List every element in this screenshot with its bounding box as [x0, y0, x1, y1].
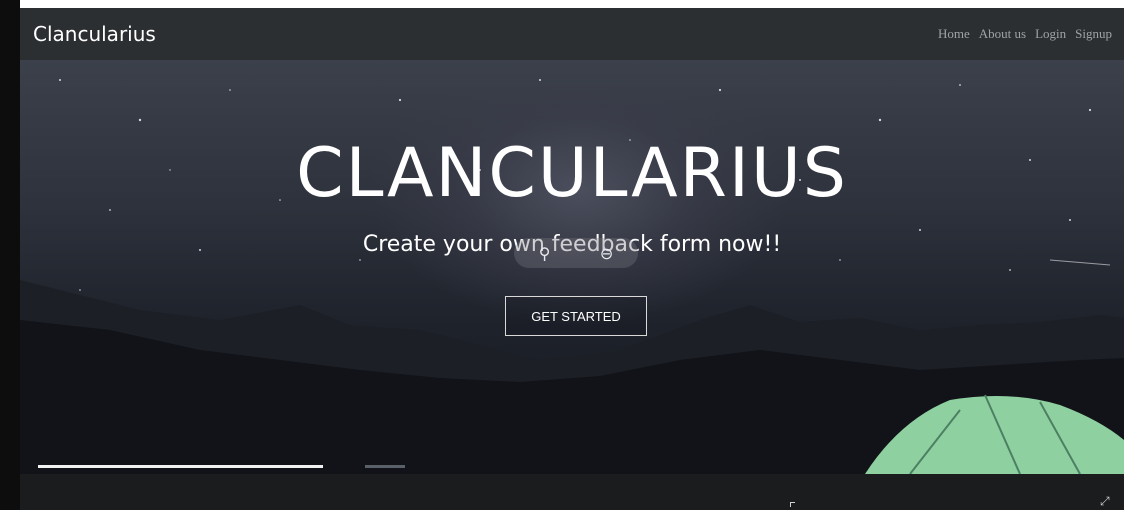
media-overlay-controls[interactable]: ⚲ ⊖ [514, 238, 638, 268]
nav-link-about-us[interactable]: About us [979, 26, 1026, 42]
get-started-button[interactable]: GET STARTED [505, 296, 647, 336]
nav-link-home[interactable]: Home [938, 26, 970, 42]
top-strip [0, 0, 1124, 8]
navbar: Clancularius Home About us Login Signup [20, 8, 1124, 60]
nav-links: Home About us Login Signup [938, 26, 1112, 42]
progress-bar-secondary [365, 465, 405, 468]
browser-viewport: Clancularius Home About us Login Signup [20, 8, 1124, 474]
cursor-icon [790, 502, 795, 507]
minus-circle-icon[interactable]: ⊖ [600, 244, 613, 263]
pin-icon[interactable]: ⚲ [539, 244, 551, 263]
brand-logo[interactable]: Clancularius [33, 22, 156, 46]
expand-icon[interactable]: ⤢ [1100, 494, 1110, 509]
nav-link-signup[interactable]: Signup [1075, 26, 1112, 42]
hero-section: CLANCULARIUS Create your own feedback fo… [20, 60, 1124, 474]
left-frame-edge [0, 0, 20, 510]
nav-link-login[interactable]: Login [1035, 26, 1066, 42]
progress-bar-primary [38, 465, 323, 468]
hero-title: CLANCULARIUS [296, 134, 848, 213]
